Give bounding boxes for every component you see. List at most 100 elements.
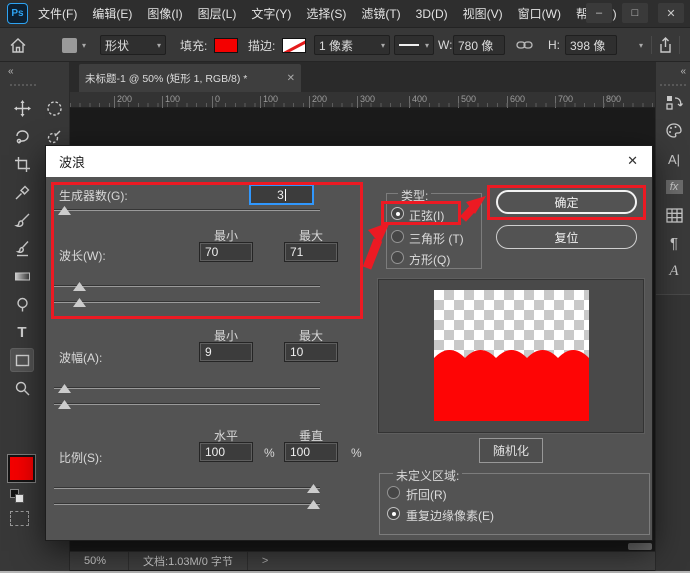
- collapsed-panel-area: [656, 294, 690, 571]
- rectangle-tool[interactable]: [10, 348, 34, 372]
- ruler-tick: 400: [412, 94, 427, 104]
- fill-color-swatch[interactable]: [214, 28, 238, 62]
- link-dimensions-icon[interactable]: [516, 28, 533, 62]
- menu-image[interactable]: 图像(I): [147, 5, 182, 22]
- quick-mask-icon[interactable]: [10, 511, 29, 526]
- history-panel-icon[interactable]: [662, 92, 686, 114]
- color-panel-icon[interactable]: [662, 120, 686, 142]
- amplitude-max-slider[interactable]: [54, 400, 320, 410]
- default-colors-icon[interactable]: [10, 489, 25, 504]
- scale-horizontal-input[interactable]: 100: [199, 442, 253, 462]
- move-tool[interactable]: [10, 96, 34, 120]
- dialog-titlebar[interactable]: 波浪: [46, 146, 652, 177]
- document-size-info: 文档:1.03M/0 字节: [128, 552, 248, 570]
- swatches-panel-icon[interactable]: [662, 204, 686, 226]
- document-tab[interactable]: 未标题-1 @ 50% (矩形 1, RGB/8) * ✕: [79, 64, 301, 92]
- tool-options-bar: ▾ 形状▾ 填充: 描边: 1 像素▾ ▾ W: 780 像 H: 398 像 …: [0, 28, 690, 62]
- photoshop-logo: Ps: [7, 3, 28, 24]
- eyedropper-tool[interactable]: [10, 180, 34, 204]
- ruler-tick: 300: [360, 94, 375, 104]
- maximize-button[interactable]: □: [622, 3, 648, 23]
- scale-horizontal-slider[interactable]: [54, 484, 320, 494]
- solid-line-icon: [399, 44, 419, 46]
- fill-label: 填充:: [180, 28, 207, 62]
- scale-vertical-input[interactable]: 100: [284, 442, 338, 462]
- stroke-width-dropdown[interactable]: 1 像素▾: [314, 28, 390, 62]
- ruler-tick: 700: [558, 94, 573, 104]
- tab-close-icon[interactable]: ✕: [287, 73, 295, 84]
- lasso-tool[interactable]: [10, 124, 34, 148]
- zoom-level[interactable]: 50%: [84, 555, 106, 567]
- character-panel-icon[interactable]: A|: [662, 148, 686, 170]
- radio-wrap-around-label[interactable]: 折回(R): [406, 486, 447, 503]
- tool-mode-dropdown[interactable]: 形状▾: [100, 28, 166, 62]
- glyphs-panel-icon[interactable]: A: [662, 260, 686, 282]
- dodge-tool[interactable]: [10, 292, 34, 316]
- home-icon[interactable]: [10, 28, 26, 62]
- chevron-down-icon: ▾: [157, 41, 161, 50]
- menu-view[interactable]: 视图(V): [463, 5, 503, 22]
- randomize-button[interactable]: 随机化: [479, 438, 543, 463]
- radio-wrap-around[interactable]: [387, 486, 400, 499]
- ruler-tick: 100: [165, 94, 180, 104]
- collapse-tools-icon[interactable]: «: [8, 66, 12, 77]
- styles-panel-icon[interactable]: fx: [662, 176, 686, 198]
- amplitude-min-input[interactable]: 9: [199, 342, 253, 362]
- crop-tool[interactable]: [10, 152, 34, 176]
- menu-select[interactable]: 选择(S): [306, 5, 346, 22]
- wave-dialog: 波浪 ✕ 生成器数(G): 3 最小 最大 波长(W): 70 71 最小 最大…: [45, 145, 653, 541]
- foreground-color-swatch[interactable]: [8, 455, 35, 482]
- chevron-down-icon: ▾: [381, 41, 385, 50]
- panel-grip[interactable]: [660, 84, 686, 86]
- shape-width-input[interactable]: 780 像: [453, 28, 505, 62]
- stroke-label: 描边:: [248, 28, 275, 62]
- scale-vertical-slider[interactable]: [54, 500, 320, 510]
- menu-type[interactable]: 文字(Y): [251, 5, 291, 22]
- wave-preview-image: [434, 290, 589, 421]
- shape-height-input[interactable]: 398 像: [565, 28, 617, 62]
- reset-button[interactable]: 复位: [496, 225, 637, 249]
- dialog-close-icon[interactable]: ✕: [627, 153, 638, 169]
- scale-label: 比例(S):: [59, 449, 102, 466]
- menu-file[interactable]: 文件(F): [38, 5, 77, 22]
- ruler-tick: 500: [461, 94, 476, 104]
- horizontal-ruler: 200 100 0 100 200 300 400 500 600 700 80…: [70, 92, 655, 108]
- horizontal-scrollbar[interactable]: [628, 543, 652, 550]
- amplitude-min-slider[interactable]: [54, 384, 320, 394]
- panel-grip[interactable]: [10, 84, 36, 86]
- tool-preset-icon[interactable]: ▾: [62, 28, 86, 62]
- menu-bar: Ps 文件(F) 编辑(E) 图像(I) 图层(L) 文字(Y) 选择(S) 滤…: [0, 0, 690, 28]
- status-options-chevron-icon[interactable]: >: [262, 555, 268, 567]
- radio-triangle[interactable]: [391, 230, 404, 243]
- type-tool[interactable]: T: [10, 320, 34, 344]
- mixer-brush-tool[interactable]: [10, 236, 34, 260]
- share-icon[interactable]: [658, 28, 673, 62]
- document-tab-bar: 未标题-1 @ 50% (矩形 1, RGB/8) * ✕: [70, 62, 655, 92]
- chevron-down-icon: ▾: [82, 41, 86, 50]
- amplitude-max-input[interactable]: 10: [284, 342, 338, 362]
- menu-3d[interactable]: 3D(D): [416, 7, 448, 21]
- elliptical-marquee-tool[interactable]: [42, 96, 66, 120]
- annotation-arrow-to-sine: [360, 222, 390, 277]
- collapse-dock-icon[interactable]: «: [680, 66, 684, 77]
- menu-window[interactable]: 窗口(W): [518, 5, 561, 22]
- radio-square[interactable]: [391, 251, 404, 264]
- zoom-tool[interactable]: [10, 376, 34, 400]
- document-tab-title: 未标题-1 @ 50% (矩形 1, RGB/8) *: [85, 71, 283, 86]
- menu-filter[interactable]: 滤镜(T): [361, 5, 400, 22]
- menu-layer[interactable]: 图层(L): [198, 5, 237, 22]
- radio-repeat-edge-pixels[interactable]: [387, 507, 400, 520]
- wave-preview-red-shape: [434, 342, 589, 421]
- stroke-type-dropdown[interactable]: ▾: [394, 28, 434, 62]
- gradient-tool[interactable]: [10, 264, 34, 288]
- minimize-button[interactable]: –: [586, 3, 612, 23]
- close-window-button[interactable]: ✕: [658, 3, 684, 23]
- stroke-color-swatch[interactable]: [282, 28, 306, 62]
- menu-edit[interactable]: 编辑(E): [92, 5, 132, 22]
- radio-square-label[interactable]: 方形(Q): [409, 251, 450, 268]
- radio-triangle-label[interactable]: 三角形 (T): [409, 230, 464, 247]
- more-options-chevron-icon[interactable]: ▾: [634, 28, 643, 62]
- paragraph-panel-icon[interactable]: ¶: [662, 232, 686, 254]
- radio-repeat-edge-pixels-label[interactable]: 重复边缘像素(E): [406, 507, 494, 524]
- brush-tool[interactable]: [10, 208, 34, 232]
